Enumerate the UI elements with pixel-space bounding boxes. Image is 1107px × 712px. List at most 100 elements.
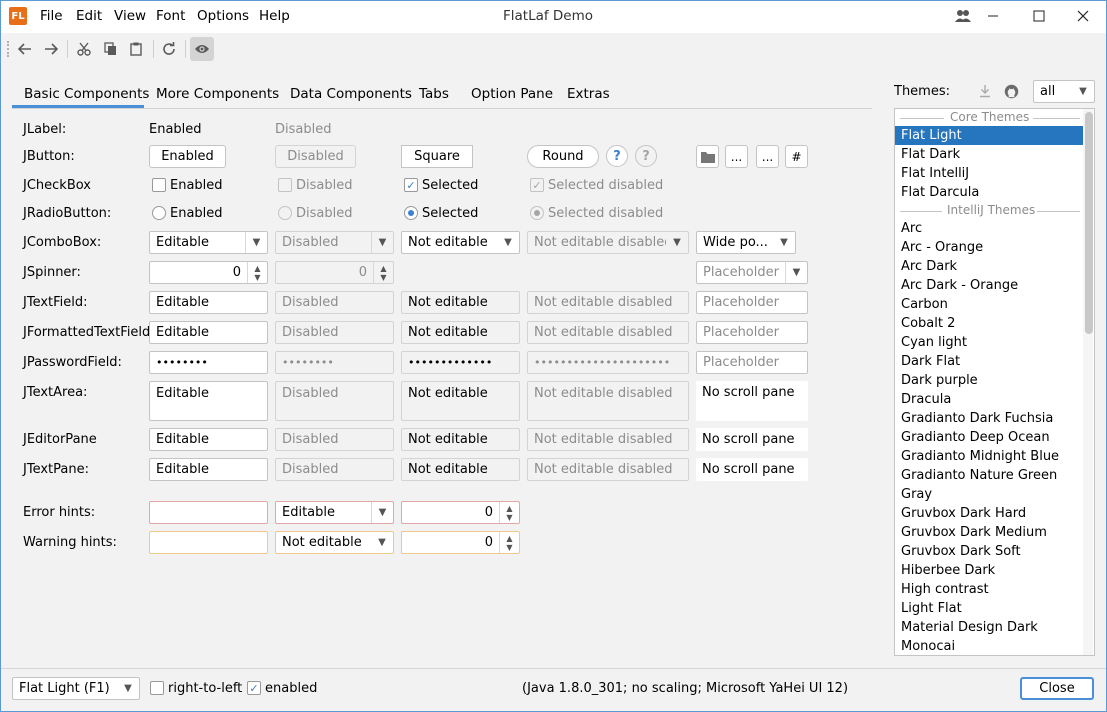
radio-disabled[interactable]: [278, 206, 292, 220]
radio-disabled-label[interactable]: Disabled: [296, 206, 352, 221]
help-icon[interactable]: ?: [606, 145, 628, 167]
error-textfield[interactable]: [149, 501, 268, 524]
textpane-not-editable[interactable]: Not editable: [401, 458, 520, 481]
theme-item[interactable]: Gruvbox Dark Soft: [901, 544, 1021, 559]
combo-placeholder[interactable]: Placeholder ▼: [696, 261, 808, 284]
menu-edit[interactable]: Edit: [76, 8, 102, 24]
editorpane-not-editable[interactable]: Not editable: [401, 428, 520, 451]
radio-selected-label[interactable]: Selected: [422, 206, 478, 221]
spinner-value[interactable]: 0: [402, 505, 499, 520]
theme-item[interactable]: Arc Dark - Orange: [901, 278, 1018, 293]
combo-value[interactable]: Not editable: [276, 535, 371, 550]
editorpane-no-scroll-pane[interactable]: No scroll pane: [696, 428, 808, 451]
password-disabled[interactable]: ••••••••: [275, 351, 394, 374]
combo-not-editable[interactable]: Not editable ▼: [401, 231, 520, 254]
editorpane-editable[interactable]: Editable: [149, 428, 268, 451]
cut-icon[interactable]: [72, 37, 96, 61]
theme-item[interactable]: Gradianto Deep Ocean: [901, 430, 1050, 445]
tab-option-pane[interactable]: Option Pane: [471, 86, 553, 102]
folder-icon[interactable]: [696, 145, 719, 168]
spinner-value[interactable]: 0: [402, 535, 499, 550]
theme-item[interactable]: Material Design Dark: [901, 620, 1038, 635]
combo-editable[interactable]: Editable ▼: [149, 231, 268, 254]
theme-item[interactable]: Flat IntelliJ: [901, 166, 969, 181]
checkbox-selected-label[interactable]: Selected: [422, 178, 478, 193]
radio-enabled-label[interactable]: Enabled: [170, 206, 223, 221]
textarea-disabled[interactable]: Disabled: [275, 381, 394, 421]
theme-item[interactable]: Dark purple: [901, 373, 978, 388]
maximize-icon[interactable]: [1016, 2, 1062, 30]
tab-tabs[interactable]: Tabs: [419, 86, 449, 102]
menu-help[interactable]: Help: [259, 8, 290, 24]
formatted-disabled[interactable]: Disabled: [275, 321, 394, 344]
checkmark-icon[interactable]: ✓: [404, 178, 418, 192]
eye-icon[interactable]: [190, 37, 214, 61]
textarea-not-editable-disabled[interactable]: Not editable disabled: [527, 381, 689, 421]
theme-combo[interactable]: Flat Light (F1) ▼: [12, 677, 140, 700]
spinner-arrows-icon[interactable]: ▲ ▼: [499, 502, 519, 523]
textfield-editable[interactable]: Editable: [149, 291, 268, 314]
textfield-placeholder[interactable]: Placeholder: [696, 291, 808, 314]
back-icon[interactable]: [13, 37, 37, 61]
checkbox-disabled[interactable]: [278, 178, 292, 192]
theme-item[interactable]: Light Flat: [901, 601, 962, 616]
theme-item[interactable]: Dracula: [901, 392, 951, 407]
theme-item[interactable]: Dark Flat: [901, 354, 960, 369]
formatted-placeholder[interactable]: Placeholder: [696, 321, 808, 344]
combo-value[interactable]: Editable: [150, 235, 245, 250]
spinner-enabled[interactable]: 0 ▲ ▼: [149, 261, 268, 284]
enabled-label[interactable]: enabled: [265, 681, 317, 696]
minimize-icon[interactable]: [970, 2, 1016, 30]
square-button[interactable]: Square: [401, 145, 473, 168]
textfield-disabled[interactable]: Disabled: [275, 291, 394, 314]
combo-value[interactable]: Editable: [276, 505, 371, 520]
combo-not-editable-disabled[interactable]: Not editable disabled ▼: [527, 231, 689, 254]
theme-item[interactable]: Flat Light: [901, 128, 962, 143]
warning-combo[interactable]: Not editable ▼: [275, 531, 394, 554]
close-button[interactable]: Close: [1020, 677, 1094, 700]
tab-extras[interactable]: Extras: [567, 86, 610, 102]
forward-icon[interactable]: [39, 37, 63, 61]
combo-placeholder-value[interactable]: Placeholder: [697, 265, 785, 280]
theme-filter-combo[interactable]: all ▼: [1033, 80, 1095, 103]
textpane-editable[interactable]: Editable: [149, 458, 268, 481]
password-not-editable[interactable]: •••••••••••••: [401, 351, 520, 374]
tab-data-components[interactable]: Data Components: [290, 86, 412, 102]
password-not-editable-disabled[interactable]: •••••••••••••••••••••: [527, 351, 689, 374]
checkbox-enabled[interactable]: [152, 178, 166, 192]
editorpane-disabled[interactable]: Disabled: [275, 428, 394, 451]
theme-item[interactable]: Gruvbox Dark Hard: [901, 506, 1026, 521]
rtl-checkbox[interactable]: [150, 681, 164, 695]
checkbox-selected-disabled-label[interactable]: Selected disabled: [548, 178, 663, 193]
theme-item[interactable]: Gruvbox Dark Medium: [901, 525, 1047, 540]
chevron-down-icon[interactable]: ▼: [773, 232, 795, 253]
warning-textfield[interactable]: [149, 531, 268, 554]
ellipsis-button[interactable]: ...: [725, 145, 748, 168]
textfield-not-editable-disabled[interactable]: Not editable disabled: [527, 291, 689, 314]
error-combo[interactable]: Editable ▼: [275, 501, 394, 524]
menu-options[interactable]: Options: [197, 8, 249, 24]
radio-selected-disabled[interactable]: [530, 206, 544, 220]
theme-filter-value[interactable]: all: [1034, 84, 1072, 99]
menu-view[interactable]: View: [114, 8, 146, 24]
spinner-disabled[interactable]: 0 ▲ ▼: [275, 261, 394, 284]
radio-selected[interactable]: [404, 206, 418, 220]
warning-spinner[interactable]: 0 ▲ ▼: [401, 531, 520, 554]
enabled-button[interactable]: Enabled: [149, 145, 226, 168]
textarea-editable[interactable]: Editable: [149, 381, 268, 421]
theme-item[interactable]: Gradianto Nature Green: [901, 468, 1057, 483]
radio-enabled[interactable]: [152, 206, 166, 220]
checkbox-disabled-label[interactable]: Disabled: [296, 178, 352, 193]
spinner-arrows-icon[interactable]: ▲ ▼: [247, 262, 267, 283]
theme-item[interactable]: Flat Darcula: [901, 185, 979, 200]
formatted-not-editable[interactable]: Not editable: [401, 321, 520, 344]
theme-item[interactable]: Arc - Orange: [901, 240, 983, 255]
textpane-no-scroll-pane[interactable]: No scroll pane: [696, 458, 808, 481]
menu-font[interactable]: Font: [156, 8, 185, 24]
close-icon[interactable]: [1060, 2, 1106, 30]
chevron-down-icon[interactable]: ▼: [371, 532, 393, 553]
combo-value[interactable]: Not editable: [402, 235, 497, 250]
textarea-no-scroll-pane[interactable]: No scroll pane: [696, 381, 808, 421]
refresh-icon[interactable]: [157, 37, 181, 61]
themes-scrollbar-thumb[interactable]: [1085, 112, 1093, 334]
